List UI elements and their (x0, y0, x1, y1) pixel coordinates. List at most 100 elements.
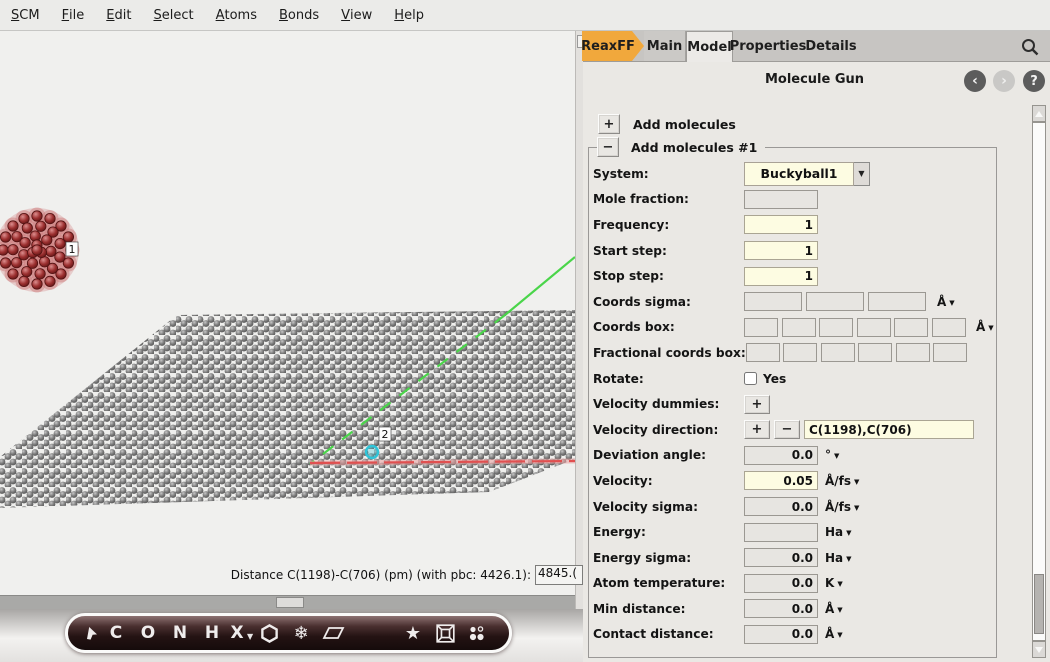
fractional-coords-input-3[interactable] (821, 343, 855, 362)
favorites-star-icon[interactable]: ★ (400, 623, 426, 644)
velocity-unit-select[interactable]: Å/fs▼ (825, 474, 859, 488)
menu-select[interactable]: Select (142, 0, 204, 30)
perspective-box-icon[interactable] (432, 624, 458, 643)
pointer-tool-icon[interactable] (84, 625, 100, 642)
start-step-input[interactable] (744, 241, 818, 260)
molecule-toolbar: C O N H X▼ ❄ ★ (65, 613, 512, 653)
stop-step-input[interactable] (744, 267, 818, 286)
system-label: System: (589, 167, 744, 181)
min-distance-unit-select[interactable]: Å▼ (825, 602, 843, 616)
menu-edit[interactable]: Edit (95, 0, 142, 30)
vertical-scrollbar-track[interactable] (1032, 122, 1046, 641)
freeze-snowflake-icon[interactable]: ❄ (288, 623, 314, 644)
velocity-direction-input[interactable] (804, 420, 974, 439)
energy-sigma-input[interactable] (744, 548, 818, 567)
fractional-coords-input-5[interactable] (896, 343, 930, 362)
menu-file[interactable]: File (51, 0, 96, 30)
forward-button[interactable]: › (993, 70, 1015, 92)
mole-fraction-input[interactable] (744, 190, 818, 209)
element-h-button[interactable]: H (200, 623, 224, 643)
horizontal-scrollbar-thumb[interactable] (276, 597, 304, 608)
tab-properties[interactable]: Properties (735, 31, 801, 61)
atom-temperature-unit-select[interactable]: K▼ (825, 576, 843, 590)
frequency-label: Frequency: (589, 218, 744, 232)
atoms-dots-icon[interactable] (464, 625, 490, 642)
horizontal-scrollbar[interactable] (0, 595, 575, 609)
velocity-direction-label: Velocity direction: (589, 423, 744, 437)
contact-distance-row: Contact distance: Å▼ (589, 622, 996, 648)
contact-distance-label: Contact distance: (589, 627, 744, 641)
system-dropdown-arrow-icon[interactable]: ▼ (854, 162, 870, 186)
velocity-direction-remove-button[interactable]: − (774, 420, 800, 439)
element-c-button[interactable]: C (104, 623, 128, 643)
velocity-sigma-label: Velocity sigma: (589, 500, 744, 514)
vertical-scrollbar-thumb[interactable] (1034, 574, 1044, 634)
add-molecules-button[interactable]: + (598, 114, 620, 134)
chevron-down-icon: ▼ (854, 504, 859, 512)
element-n-button[interactable]: N (168, 623, 192, 643)
rotate-checkbox[interactable] (744, 372, 757, 385)
system-value[interactable]: Buckyball1 (744, 162, 854, 186)
coords-sigma-unit-select[interactable]: Å▼ (937, 295, 955, 309)
frequency-input[interactable] (744, 215, 818, 234)
back-button[interactable]: ‹ (964, 70, 986, 92)
fractional-coords-input-4[interactable] (858, 343, 892, 362)
energy-sigma-unit-select[interactable]: Ha▼ (825, 551, 852, 565)
energy-unit-select[interactable]: Ha▼ (825, 525, 852, 539)
coords-box-input-1[interactable] (744, 318, 778, 337)
scroll-up-arrow-icon[interactable] (1032, 105, 1046, 122)
energy-label: Energy: (589, 525, 744, 539)
system-combobox[interactable]: Buckyball1 ▼ (744, 162, 870, 186)
min-distance-input[interactable] (744, 599, 818, 618)
tab-model[interactable]: Model (686, 31, 733, 62)
search-icon[interactable] (1020, 37, 1040, 57)
energy-sigma-label: Energy sigma: (589, 551, 744, 565)
tab-details[interactable]: Details (807, 31, 855, 61)
menu-bonds[interactable]: Bonds (268, 0, 330, 30)
coords-box-input-4[interactable] (857, 318, 891, 337)
menu-scm[interactable]: SCM (0, 0, 51, 30)
plane-tool-icon[interactable] (320, 625, 346, 641)
velocity-dummies-add-button[interactable]: + (744, 395, 770, 414)
fractional-coords-input-1[interactable] (746, 343, 780, 362)
coords-box-input-5[interactable] (894, 318, 928, 337)
app-window: SCM File Edit Select Atoms Bonds View He… (0, 0, 1050, 662)
ring-tool-icon[interactable] (256, 624, 282, 643)
coords-sigma-y-input[interactable] (806, 292, 864, 311)
contact-distance-unit-select[interactable]: Å▼ (825, 627, 843, 641)
tab-reaxff[interactable]: ReaxFF (582, 31, 644, 61)
fractional-coords-input-6[interactable] (933, 343, 967, 362)
contact-distance-input[interactable] (744, 625, 818, 644)
splitter-divider[interactable] (575, 31, 583, 609)
energy-input[interactable] (744, 523, 818, 542)
coords-box-input-2[interactable] (782, 318, 816, 337)
velocity-sigma-input[interactable] (744, 497, 818, 516)
element-x-dropdown[interactable]: X▼ (228, 623, 253, 643)
velocity-direction-add-button[interactable]: + (744, 420, 770, 439)
fractional-coords-input-2[interactable] (783, 343, 817, 362)
3d-viewport[interactable]: 1 2 (0, 31, 575, 595)
distance-value-input[interactable]: 4845.( (535, 565, 583, 585)
coords-box-input-3[interactable] (819, 318, 853, 337)
coords-sigma-z-input[interactable] (868, 292, 926, 311)
menu-atoms[interactable]: Atoms (205, 0, 268, 30)
velocity-row: Velocity: Å/fs▼ (589, 468, 996, 494)
help-button[interactable]: ? (1023, 70, 1045, 92)
selected-atom-highlight[interactable] (366, 446, 378, 458)
deviation-angle-input[interactable] (744, 446, 818, 465)
velocity-sigma-unit-select[interactable]: Å/fs▼ (825, 500, 859, 514)
velocity-input[interactable] (744, 471, 818, 490)
coords-box-input-6[interactable] (932, 318, 966, 337)
menu-help[interactable]: Help (383, 0, 435, 30)
coords-box-unit-select[interactable]: Å▼ (976, 320, 994, 334)
rotate-option-label: Yes (763, 372, 786, 386)
element-o-button[interactable]: O (136, 623, 160, 643)
scroll-down-arrow-icon[interactable] (1032, 641, 1046, 658)
min-distance-row: Min distance: Å▼ (589, 596, 996, 622)
deviation-angle-unit-select[interactable]: °▼ (825, 448, 839, 462)
tab-main[interactable]: Main (644, 31, 686, 61)
coords-sigma-x-input[interactable] (744, 292, 802, 311)
menu-view[interactable]: View (330, 0, 383, 30)
atom-temperature-input[interactable] (744, 574, 818, 593)
vertical-scrollbar[interactable] (1032, 105, 1046, 658)
